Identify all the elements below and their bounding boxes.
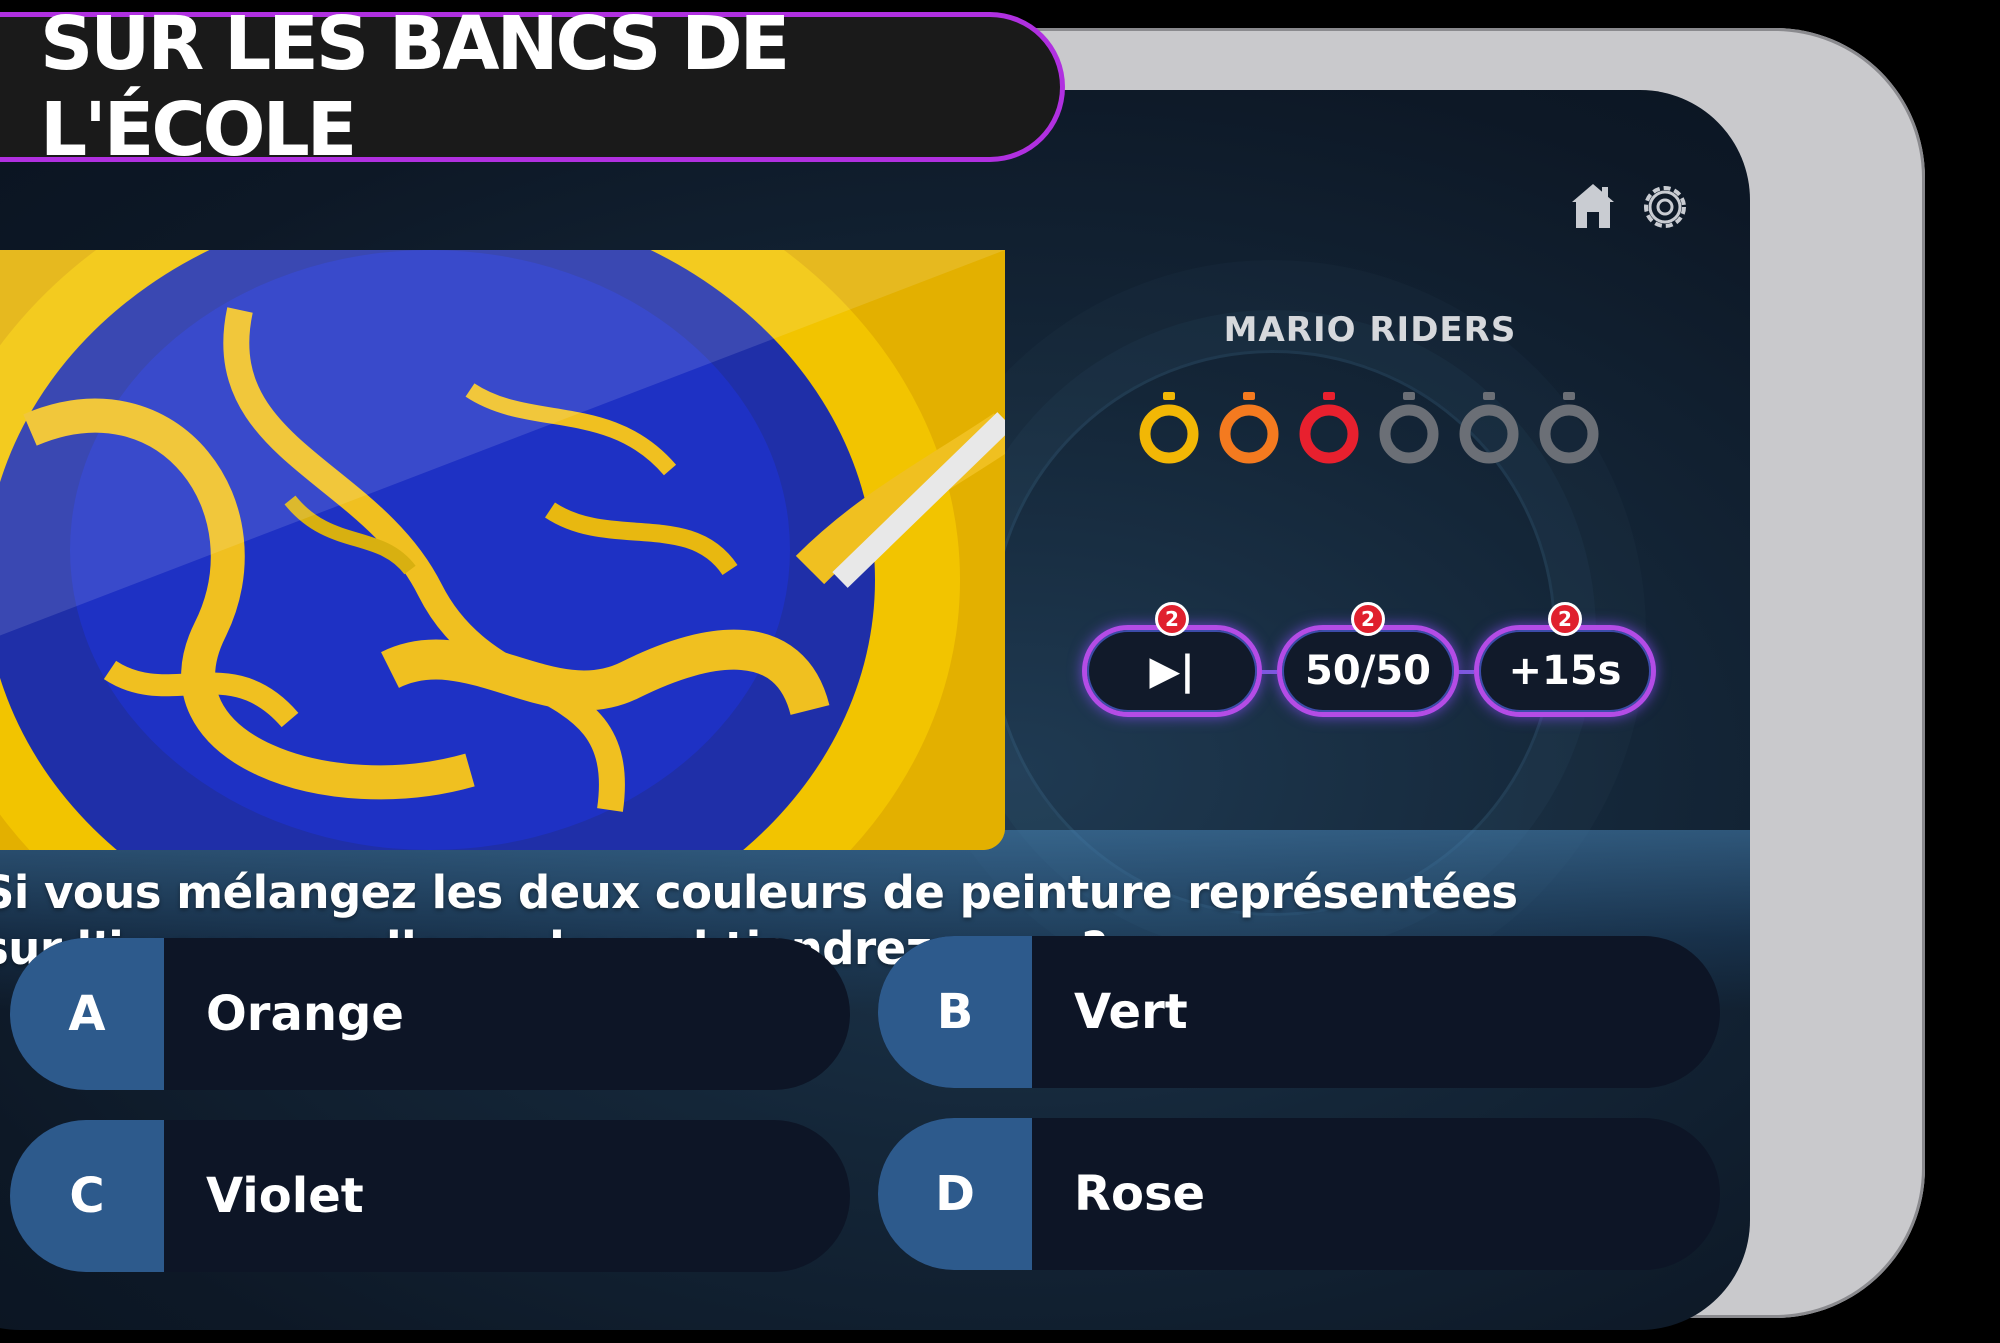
- category-title-banner: SUR LES BANCS DE L'ÉCOLE: [0, 1, 1065, 173]
- extra-time-label: +15s: [1508, 648, 1622, 694]
- skip-question-button[interactable]: ▶| 2: [1082, 602, 1262, 717]
- extra-time-count-badge: 2: [1548, 602, 1582, 636]
- answer-b-letter: B: [878, 936, 1032, 1088]
- stopwatch-icon: [1299, 392, 1359, 464]
- team-name: MARIO RIDERS: [1223, 310, 1517, 350]
- answer-a-letter: A: [10, 938, 164, 1090]
- answer-a-button[interactable]: A Orange: [10, 938, 850, 1090]
- fifty-fifty-label: 50/50: [1305, 648, 1431, 694]
- answer-d-text: Rose: [1074, 1166, 1206, 1222]
- fifty-fifty-count-badge: 2: [1351, 602, 1385, 636]
- powerups-bar: ▶| 2 50/50 2 +15s 2: [1082, 602, 1658, 720]
- answer-d-button[interactable]: D Rose: [878, 1118, 1720, 1270]
- stopwatch-icon: [1459, 392, 1519, 464]
- answer-d-letter: D: [878, 1118, 1032, 1270]
- answer-c-letter: C: [10, 1120, 164, 1272]
- stopwatch-icon: [1539, 392, 1599, 464]
- answer-a-text: Orange: [206, 986, 404, 1042]
- answer-c-text: Violet: [206, 1168, 364, 1224]
- skip-icon: ▶|: [1149, 648, 1195, 694]
- skip-count-badge: 2: [1155, 602, 1189, 636]
- stopwatch-icon: [1219, 392, 1279, 464]
- extra-time-button[interactable]: +15s 2: [1474, 602, 1656, 717]
- answer-b-text: Vert: [1074, 984, 1188, 1040]
- category-title: SUR LES BANCS DE L'ÉCOLE: [40, 1, 790, 173]
- stopwatch-icon: [1379, 392, 1439, 464]
- gear-icon[interactable]: [1638, 180, 1692, 234]
- timer-lives: [1136, 390, 1602, 466]
- answer-c-button[interactable]: C Violet: [10, 1120, 850, 1272]
- quiz-image-paint-swirl: [0, 250, 1005, 850]
- stopwatch-icon: [1139, 392, 1199, 464]
- fifty-fifty-button[interactable]: 50/50 2: [1277, 602, 1459, 717]
- game-screen: MARIO RIDERS ▶| 2 50/50 2 +15s 2 Si vous…: [0, 90, 1750, 1330]
- answer-b-button[interactable]: B Vert: [878, 936, 1720, 1088]
- phone-frame: MARIO RIDERS ▶| 2 50/50 2 +15s 2 Si vous…: [0, 28, 1925, 1330]
- home-icon[interactable]: [1570, 182, 1616, 230]
